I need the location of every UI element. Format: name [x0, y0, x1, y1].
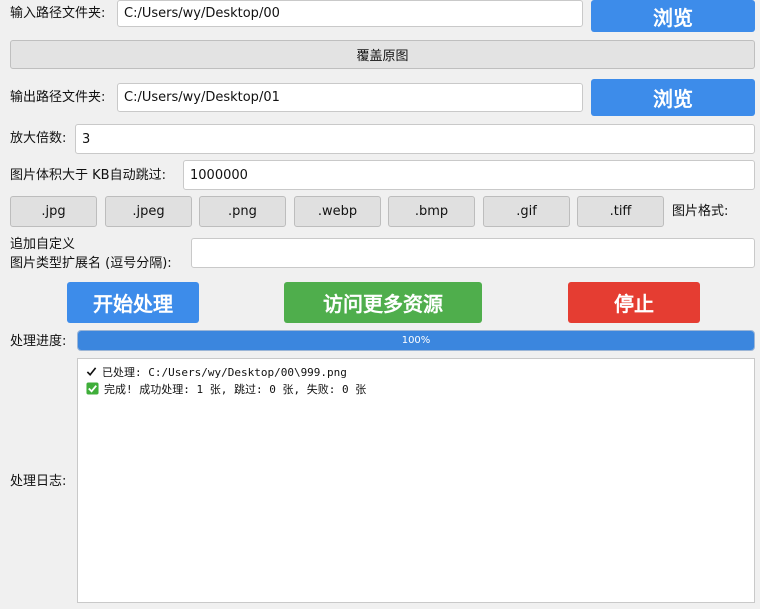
format-button-tiff[interactable]: .tiff	[577, 196, 664, 227]
input-folder-label: 输入路径文件夹:	[10, 6, 106, 21]
overwrite-original-button[interactable]: 覆盖原图	[10, 40, 755, 69]
skip-size-label: 图片体积大于 KB自动跳过:	[10, 168, 166, 183]
progress-bar: 100%	[77, 330, 755, 351]
stop-button[interactable]: 停止	[568, 282, 700, 323]
more-resources-button[interactable]: 访问更多资源	[284, 282, 482, 323]
format-button-webp[interactable]: .webp	[294, 196, 381, 227]
scale-label: 放大倍数:	[10, 131, 67, 146]
custom-ext-label-line1: 追加自定义	[10, 237, 76, 252]
green-check-box-icon	[86, 382, 99, 395]
formats-label: 图片格式:	[672, 204, 729, 219]
progress-label: 处理进度:	[10, 334, 67, 349]
custom-ext-label-line2: 图片类型扩展名 (逗号分隔):	[10, 256, 172, 271]
format-button-gif[interactable]: .gif	[483, 196, 570, 227]
log-line-text: 完成! 成功处理: 1 张, 跳过: 0 张, 失败: 0 张	[104, 382, 367, 396]
input-folder-field[interactable]: C:/Users/wy/Desktop/00	[117, 0, 583, 27]
start-processing-button[interactable]: 开始处理	[67, 282, 199, 323]
format-button-jpeg[interactable]: .jpeg	[105, 196, 192, 227]
log-label: 处理日志:	[10, 474, 67, 489]
checkmark-icon	[86, 366, 97, 377]
browse-input-button[interactable]: 浏览	[591, 0, 755, 32]
progress-text: 100%	[401, 335, 431, 346]
format-button-png[interactable]: .png	[199, 196, 286, 227]
skip-size-field[interactable]: 1000000	[183, 160, 755, 190]
log-line-text: 已处理: C:/Users/wy/Desktop/00\999.png	[102, 365, 347, 379]
format-button-jpg[interactable]: .jpg	[10, 196, 97, 227]
custom-ext-field[interactable]	[191, 238, 755, 268]
log-line: 完成! 成功处理: 1 张, 跳过: 0 张, 失败: 0 张	[86, 380, 746, 397]
log-line: 已处理: C:/Users/wy/Desktop/00\999.png	[86, 363, 746, 380]
scale-field[interactable]: 3	[75, 124, 755, 154]
browse-output-button[interactable]: 浏览	[591, 79, 755, 116]
output-folder-field[interactable]: C:/Users/wy/Desktop/01	[117, 83, 583, 112]
log-area[interactable]: 已处理: C:/Users/wy/Desktop/00\999.png 完成! …	[77, 358, 755, 603]
output-folder-label: 输出路径文件夹:	[10, 90, 106, 105]
format-button-bmp[interactable]: .bmp	[388, 196, 475, 227]
